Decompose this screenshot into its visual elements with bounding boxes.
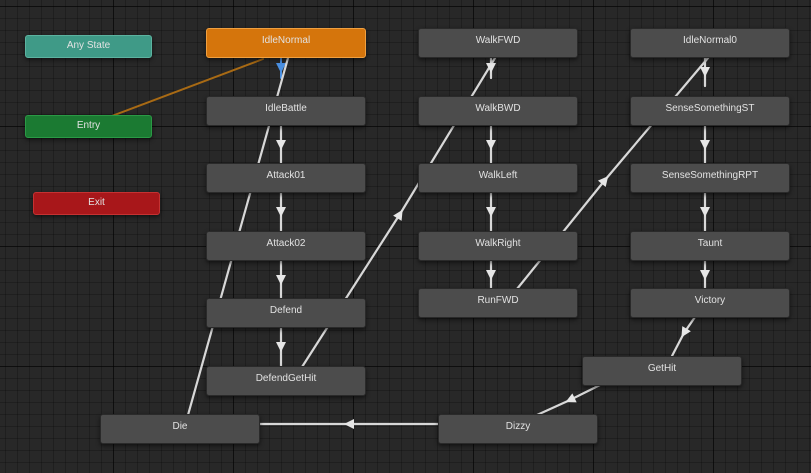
state-label: Attack02 <box>266 238 306 249</box>
state-label: WalkRight <box>475 238 521 249</box>
state-sense-something-st[interactable]: SenseSomethingST <box>630 96 790 126</box>
state-exit[interactable]: Exit <box>33 192 160 215</box>
state-defend-get-hit[interactable]: DefendGetHit <box>206 366 366 396</box>
state-label: Die <box>172 421 188 432</box>
state-label: IdleNormal0 <box>683 35 737 46</box>
state-entry[interactable]: Entry <box>25 115 152 138</box>
state-label: Victory <box>694 295 726 306</box>
state-label: IdleNormal <box>261 35 311 46</box>
state-label: GetHit <box>647 363 677 374</box>
state-sense-something-rpt[interactable]: SenseSomethingRPT <box>630 163 790 193</box>
state-label: SenseSomethingRPT <box>661 170 759 181</box>
state-walk-fwd[interactable]: WalkFWD <box>418 28 578 58</box>
state-get-hit[interactable]: GetHit <box>582 356 742 386</box>
state-label: Attack01 <box>266 170 306 181</box>
transition-gethit-dizzy <box>535 383 602 417</box>
state-attack02[interactable]: Attack02 <box>206 231 366 261</box>
state-any-state[interactable]: Any State <box>25 35 152 58</box>
transition-victory-gethit <box>670 315 697 358</box>
state-label: DefendGetHit <box>255 373 317 384</box>
state-label: Exit <box>88 197 105 208</box>
state-dizzy[interactable]: Dizzy <box>438 414 598 444</box>
state-label: Taunt <box>697 238 723 249</box>
state-attack01[interactable]: Attack01 <box>206 163 366 193</box>
state-defend[interactable]: Defend <box>206 298 366 328</box>
state-label: Defend <box>269 305 303 316</box>
state-idle-battle[interactable]: IdleBattle <box>206 96 366 126</box>
state-victory[interactable]: Victory <box>630 288 790 318</box>
state-taunt[interactable]: Taunt <box>630 231 790 261</box>
state-label: Entry <box>76 120 101 131</box>
state-run-fwd[interactable]: RunFWD <box>418 288 578 318</box>
state-label: Any State <box>66 40 111 51</box>
state-walk-left[interactable]: WalkLeft <box>418 163 578 193</box>
state-label: WalkFWD <box>475 35 521 46</box>
state-label: SenseSomethingST <box>665 103 755 114</box>
state-idle-normal[interactable]: IdleNormal <box>206 28 366 58</box>
state-label: RunFWD <box>477 295 519 306</box>
state-die[interactable]: Die <box>100 414 260 444</box>
state-idle-normal0[interactable]: IdleNormal0 <box>630 28 790 58</box>
state-label: WalkBWD <box>475 103 521 114</box>
state-label: IdleBattle <box>265 103 307 114</box>
state-label: Dizzy <box>505 421 531 432</box>
state-walk-right[interactable]: WalkRight <box>418 231 578 261</box>
state-label: WalkLeft <box>478 170 518 181</box>
state-walk-bwd[interactable]: WalkBWD <box>418 96 578 126</box>
